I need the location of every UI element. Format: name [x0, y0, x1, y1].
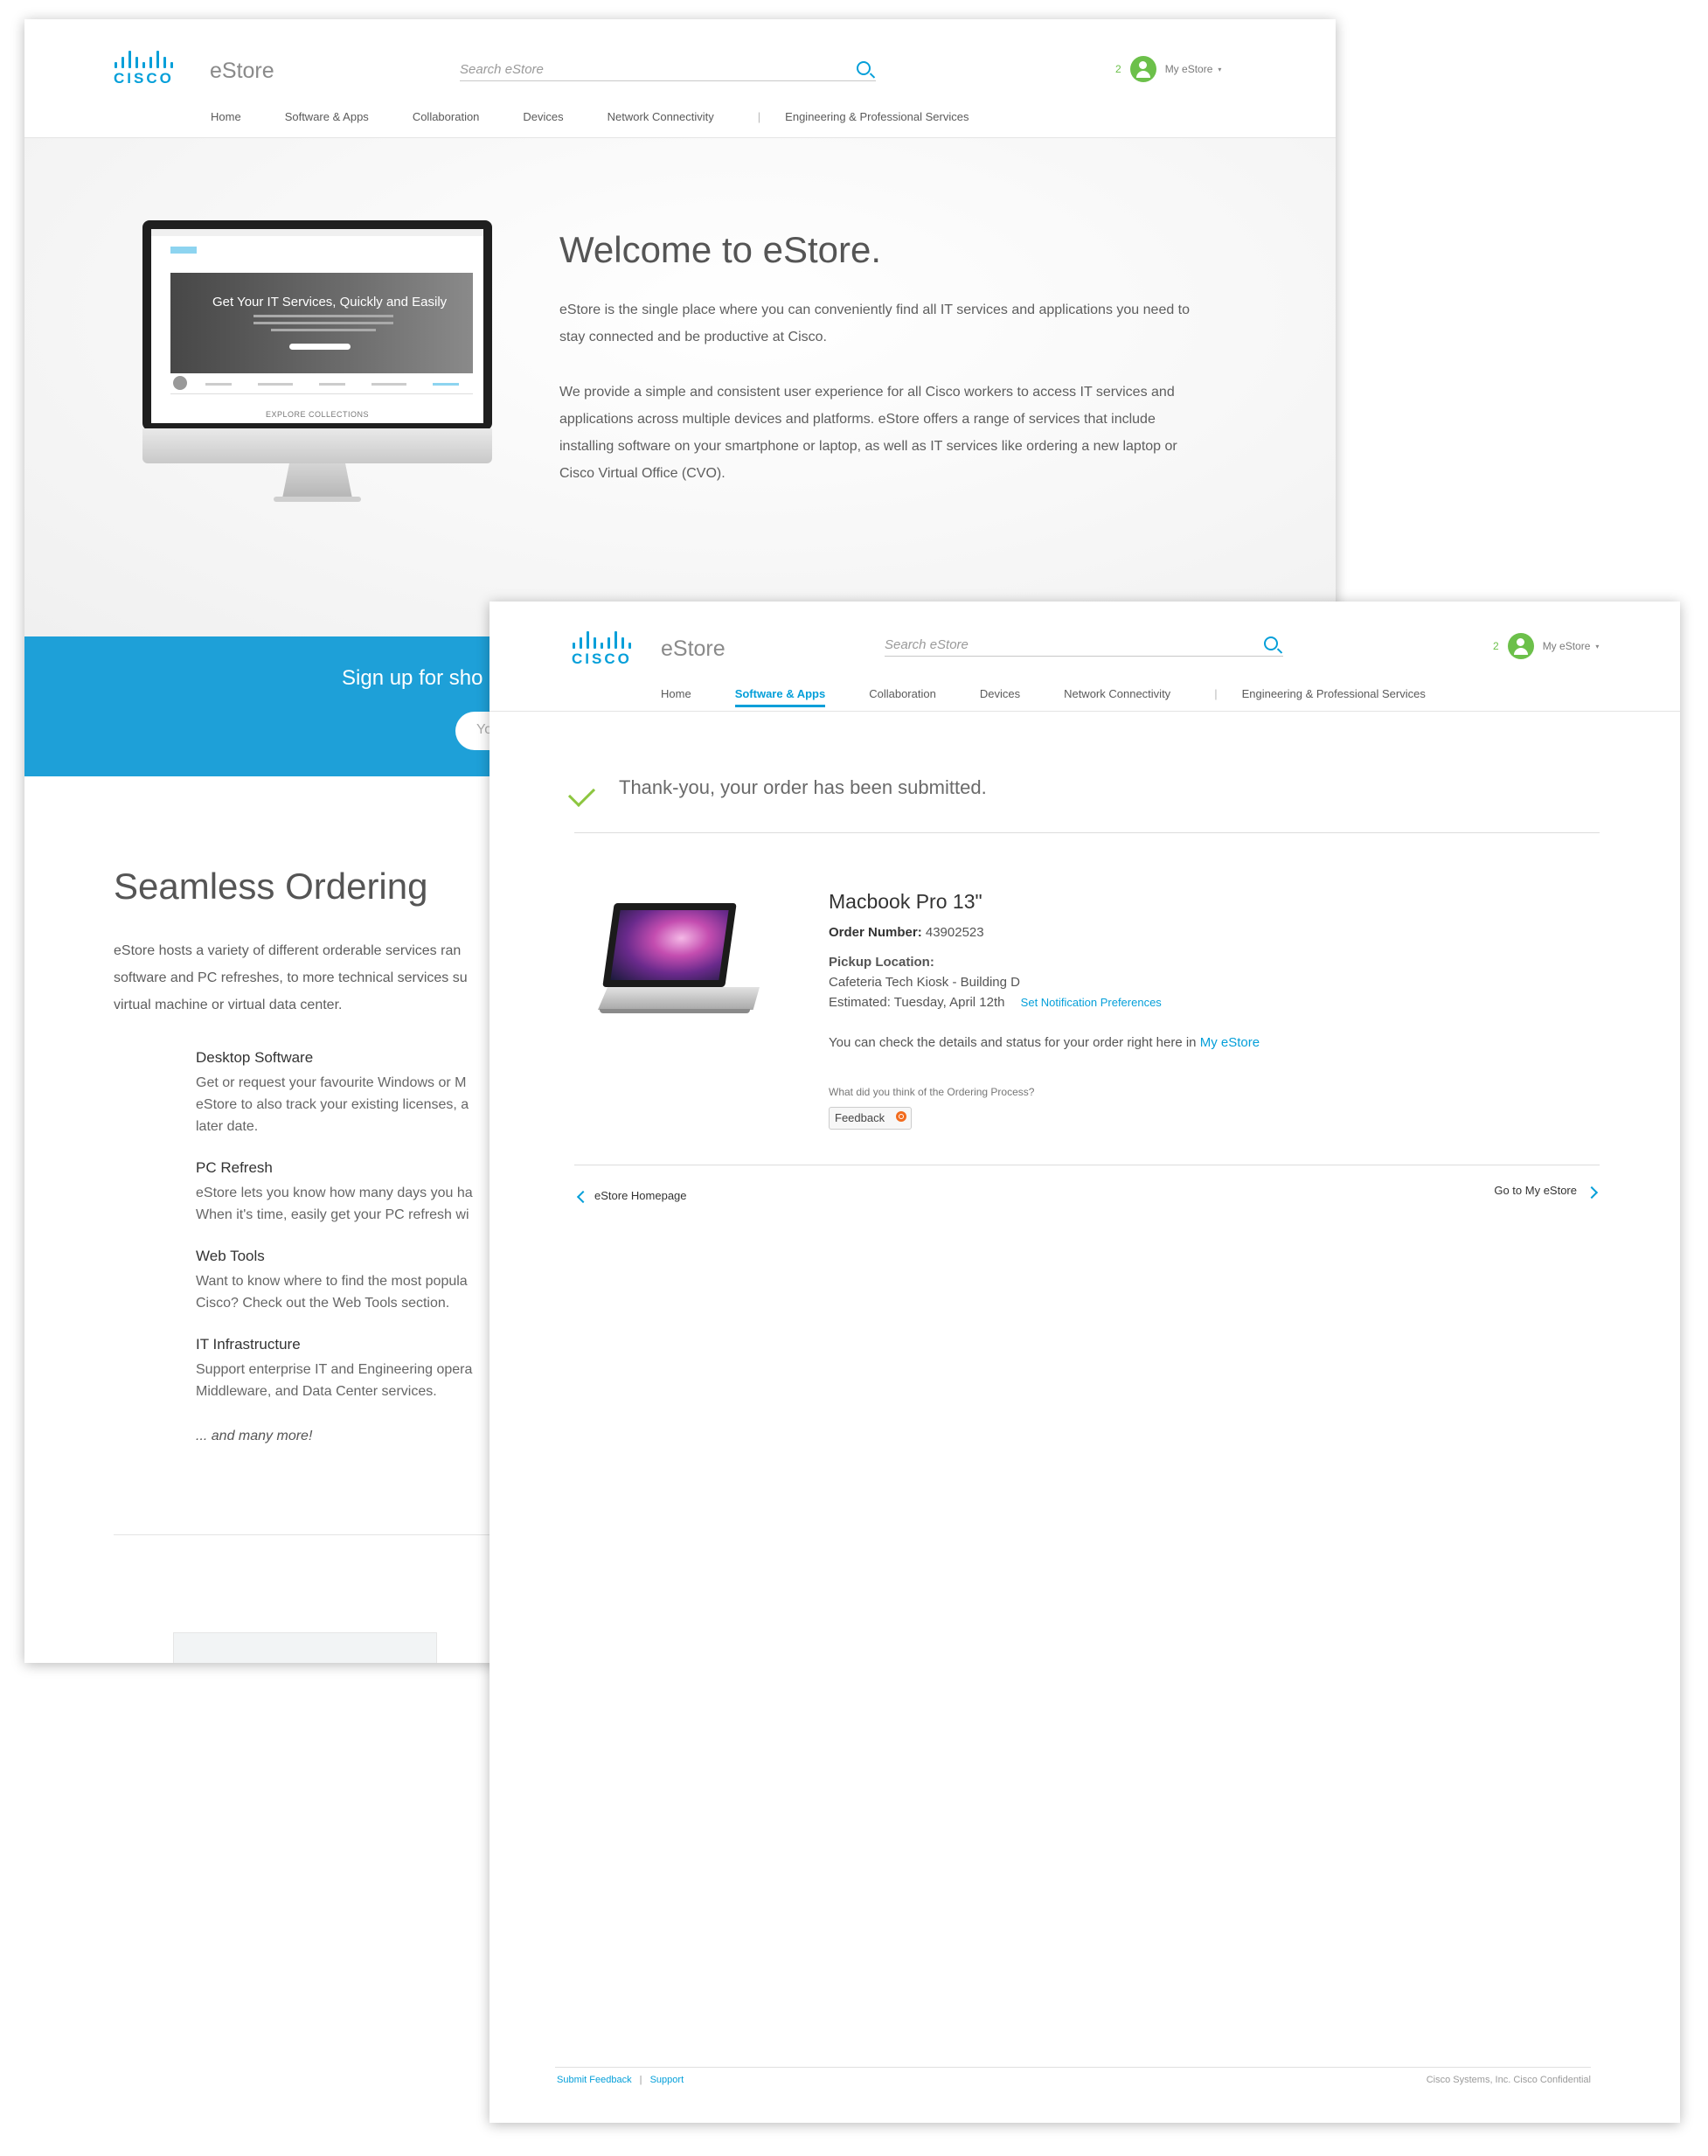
- cisco-bars-icon: [572, 631, 631, 649]
- nav-home[interactable]: Home: [211, 110, 241, 130]
- nav-collaboration[interactable]: Collaboration: [413, 110, 480, 130]
- user-avatar-icon[interactable]: [1507, 633, 1534, 659]
- welcome-description-line: installing software on your smartphone o…: [559, 439, 1177, 454]
- my-estore-label[interactable]: My eStore: [1543, 640, 1591, 652]
- user-menu[interactable]: 2 My eStore ▾: [1115, 56, 1221, 82]
- my-estore-label[interactable]: My eStore: [1165, 63, 1213, 75]
- welcome-description-line: applications across multiple devices and…: [559, 412, 1156, 427]
- notification-count: 2: [1115, 63, 1121, 75]
- nav-home[interactable]: Home: [661, 687, 691, 707]
- confirmation-message: Thank-you, your order has been submitted…: [619, 776, 987, 798]
- nav-software-apps[interactable]: Software & Apps: [734, 687, 826, 707]
- nav-network-connectivity[interactable]: Network Connectivity: [608, 110, 714, 130]
- nav-network-connectivity[interactable]: Network Connectivity: [1064, 687, 1170, 707]
- order-number-label: Order Number:: [829, 925, 922, 940]
- screenshot-banner-title: Get Your IT Services, Quickly and Easily: [212, 295, 448, 309]
- search-icon[interactable]: [857, 61, 871, 75]
- collection-card[interactable]: [173, 1632, 437, 1663]
- footer-links: Submit Feedback | Support: [557, 2075, 684, 2085]
- feedback-button[interactable]: Feedback: [829, 1107, 913, 1130]
- main-nav: Home Software & Apps Collaboration Devic…: [211, 110, 1012, 130]
- cisco-bars-icon: [114, 51, 173, 68]
- status-text: You can check the details and status for…: [829, 1035, 1197, 1050]
- product-title: Macbook Pro 13": [829, 890, 982, 913]
- welcome-description: We provide a simple and consistent user …: [559, 379, 1232, 487]
- feedback-question: What did you think of the Ordering Proce…: [829, 1086, 1035, 1098]
- search-input[interactable]: [460, 58, 876, 80]
- cisco-wordmark: CISCO: [114, 70, 174, 87]
- welcome-description-line: Cisco Virtual Office (CVO).: [559, 466, 726, 481]
- feedback-icon: [896, 1111, 907, 1122]
- imac-illustration: Get Your IT Services, Quickly and Easily…: [142, 220, 492, 509]
- nav-engineering-services[interactable]: Engineering & Professional Services: [1242, 687, 1426, 707]
- estimated-row: Estimated: Tuesday, April 12th Set Notif…: [829, 995, 1162, 1010]
- feedback-button-label: Feedback: [835, 1111, 885, 1124]
- search-bar[interactable]: [885, 633, 1283, 657]
- welcome-intro-line: eStore is the single place where you can…: [559, 303, 1191, 317]
- support-link[interactable]: Support: [650, 2075, 684, 2085]
- chevron-left-icon[interactable]: [576, 1190, 590, 1204]
- my-estore-link[interactable]: My eStore: [1200, 1035, 1260, 1050]
- and-many-more: ... and many more!: [196, 1429, 313, 1443]
- nav-divider: |: [1214, 687, 1218, 700]
- notification-count: 2: [1493, 640, 1499, 652]
- go-to-my-estore-link[interactable]: Go to My eStore: [1494, 1184, 1577, 1197]
- nav-engineering-services[interactable]: Engineering & Professional Services: [785, 110, 969, 130]
- chevron-down-icon[interactable]: ▾: [1218, 66, 1221, 73]
- brand-name: eStore: [661, 636, 726, 661]
- search-bar[interactable]: [460, 58, 876, 81]
- main-nav: Home Software & Apps Collaboration Devic…: [661, 687, 1469, 707]
- cisco-logo[interactable]: CISCO: [114, 51, 174, 86]
- cisco-logo[interactable]: CISCO: [572, 631, 632, 666]
- section-divider: [574, 832, 1600, 833]
- cisco-wordmark: CISCO: [572, 650, 632, 667]
- nav-divider: |: [757, 110, 761, 123]
- welcome-description-line: We provide a simple and consistent user …: [559, 385, 1175, 400]
- user-avatar-icon[interactable]: [1129, 56, 1156, 82]
- macbook-image: [587, 903, 762, 1026]
- nav-devices[interactable]: Devices: [523, 110, 563, 130]
- brand-name: eStore: [210, 59, 274, 83]
- estore-homepage-link[interactable]: eStore Homepage: [594, 1189, 687, 1202]
- copyright: Cisco Systems, Inc. Cisco Confidential: [1426, 2075, 1591, 2085]
- footer-divider: [555, 2067, 1591, 2068]
- footer-divider-char: |: [639, 2075, 642, 2085]
- estimated-date: Estimated: Tuesday, April 12th: [829, 995, 1005, 1010]
- pickup-location-label: Pickup Location:: [829, 955, 934, 970]
- status-row: You can check the details and status for…: [829, 1035, 1260, 1050]
- order-number-value: 43902523: [925, 925, 984, 940]
- order-confirmation-page: CISCO eStore 2 My eStore ▾ Home Software…: [489, 602, 1680, 2123]
- signup-text: Sign up for sho: [342, 666, 483, 690]
- search-input[interactable]: [885, 633, 1283, 656]
- chevron-down-icon[interactable]: ▾: [1595, 643, 1599, 650]
- screenshot-explore-label: EXPLORE COLLECTIONS: [265, 410, 370, 419]
- pickup-location-value: Cafeteria Tech Kiosk - Building D: [829, 975, 1020, 990]
- user-menu[interactable]: 2 My eStore ▾: [1493, 633, 1599, 659]
- submit-feedback-link[interactable]: Submit Feedback: [557, 2075, 632, 2085]
- header-divider: [489, 711, 1680, 712]
- nav-devices[interactable]: Devices: [980, 687, 1020, 707]
- nav-software-apps[interactable]: Software & Apps: [285, 110, 369, 130]
- search-icon[interactable]: [1264, 636, 1278, 650]
- checkmark-icon: [567, 779, 596, 808]
- welcome-intro-line: stay connected and be productive at Cisc…: [559, 330, 827, 344]
- set-notification-preferences-link[interactable]: Set Notification Preferences: [1021, 996, 1162, 1009]
- welcome-intro: eStore is the single place where you can…: [559, 296, 1232, 351]
- order-number-row: Order Number: 43902523: [829, 925, 984, 940]
- estore-screenshot: Get Your IT Services, Quickly and Easily…: [151, 229, 483, 423]
- nav-collaboration[interactable]: Collaboration: [869, 687, 936, 707]
- welcome-title: Welcome to eStore.: [559, 229, 882, 270]
- chevron-right-icon[interactable]: [1585, 1186, 1599, 1200]
- seamless-title: Seamless Ordering: [114, 866, 428, 907]
